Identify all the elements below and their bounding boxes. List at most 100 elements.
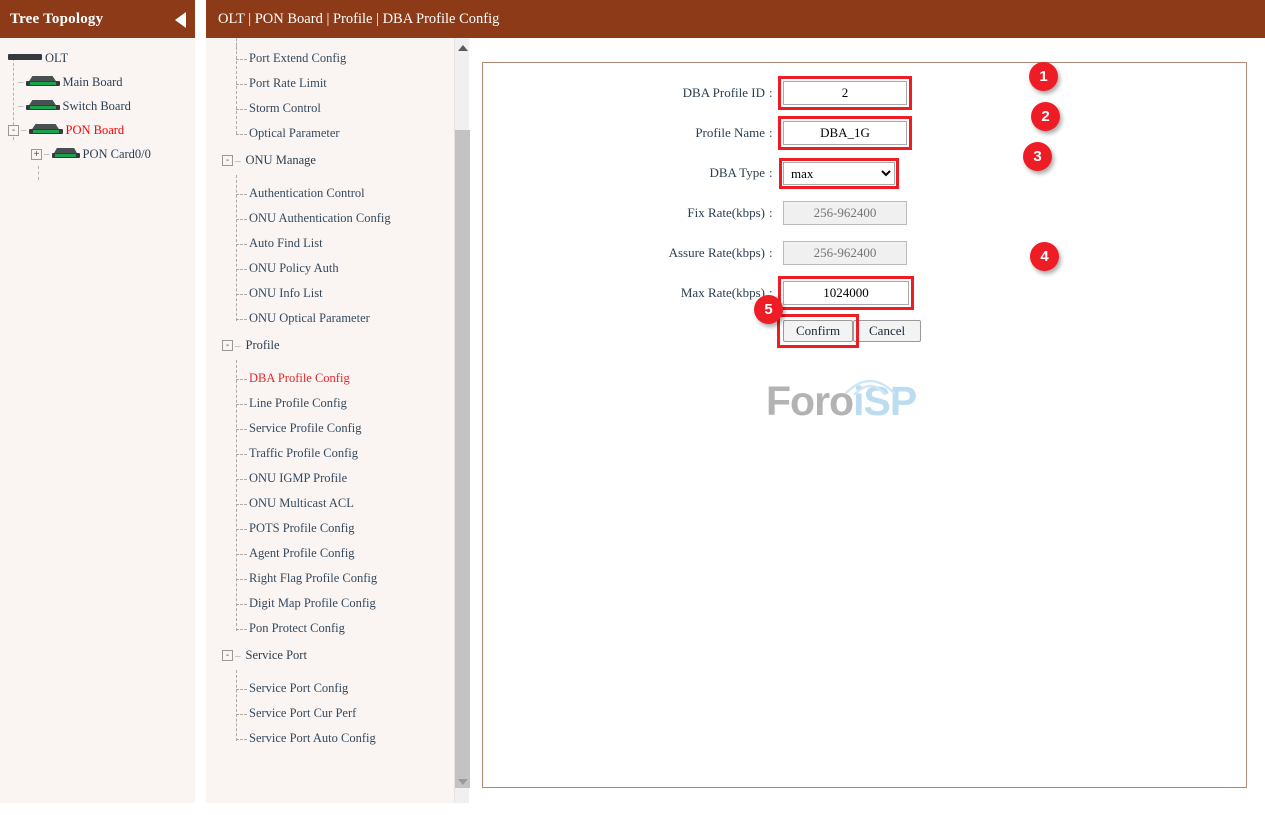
- confirm-button-wrap: Confirm 5: [754, 295, 860, 348]
- nav-item-label: Right Flag Profile Config: [249, 571, 378, 585]
- nav-item-onu-optical-parameter[interactable]: ONU Optical Parameter: [218, 306, 468, 331]
- nav-item-optical-parameter[interactable]: Optical Parameter: [218, 121, 468, 146]
- label-fix-rate: Fix Rate(kbps): [687, 205, 765, 220]
- tree-node-pon-card[interactable]: + – PON Card0/0: [0, 142, 195, 166]
- label-colon: :: [769, 125, 773, 140]
- device-icon: [25, 100, 60, 112]
- field-row-dba-profile-id: DBA Profile ID : 1: [483, 62, 1248, 113]
- control-dba-type: max: [779, 157, 899, 189]
- fix-rate-input: [783, 201, 907, 225]
- dba-type-select[interactable]: max: [783, 161, 895, 185]
- nav-item-service-port-cur-perf[interactable]: Service Port Cur Perf: [218, 701, 468, 726]
- nav-branch-dash: –: [235, 649, 241, 662]
- control-max-rate: [778, 276, 914, 310]
- collapse-expander-icon[interactable]: -: [222, 340, 233, 351]
- nav-item-pon-protect-config[interactable]: Pon Protect Config: [218, 616, 468, 641]
- nav-item-onu-igmp-profile[interactable]: ONU IGMP Profile: [218, 466, 468, 491]
- caret-up-icon[interactable]: [455, 40, 470, 55]
- collapse-expander-icon[interactable]: -: [222, 650, 233, 661]
- collapse-expander-icon[interactable]: -: [8, 124, 19, 136]
- nav-item-dba-profile-config[interactable]: DBA Profile Config: [218, 366, 468, 391]
- label-colon: :: [769, 165, 773, 180]
- foroisp-watermark: ForoiSP: [766, 376, 917, 426]
- nav-item-label: Pon Protect Config: [249, 621, 345, 635]
- nav-group-2-items: DBA Profile Config Line Profile Config S…: [218, 360, 468, 641]
- control-fix-rate: [783, 201, 907, 225]
- max-rate-input[interactable]: [783, 281, 909, 305]
- nav-item-right-flag-profile-config[interactable]: Right Flag Profile Config: [218, 566, 468, 591]
- label-colon: :: [769, 205, 773, 220]
- nav-item-agent-profile-config[interactable]: Agent Profile Config: [218, 541, 468, 566]
- dba-profile-id-input[interactable]: [783, 81, 907, 105]
- tree-branch-dash: –: [21, 124, 27, 136]
- nav-item-service-profile-config[interactable]: Service Profile Config: [218, 416, 468, 441]
- collapse-expander-icon[interactable]: -: [222, 155, 233, 166]
- label-assure-rate: Assure Rate(kbps): [668, 245, 765, 260]
- field-row-profile-name: Profile Name : 2: [483, 102, 1248, 153]
- nav-tick: [236, 503, 247, 505]
- scrollbar-thumb[interactable]: [455, 130, 470, 788]
- nav-tick: [236, 603, 247, 605]
- tree-node-label: Main Board: [62, 74, 123, 89]
- caret-down-icon[interactable]: [455, 774, 470, 789]
- nav-tick: [236, 243, 247, 245]
- nav-item-label: Service Profile Config: [249, 421, 362, 435]
- nav-item-label: ONU Multicast ACL: [249, 496, 354, 510]
- nav-item-onu-policy-auth[interactable]: ONU Policy Auth: [218, 256, 468, 281]
- nav-group-profile[interactable]: - – Profile: [218, 331, 468, 360]
- annotation-badge-3: 3: [1023, 142, 1052, 171]
- caret-left-icon[interactable]: [175, 12, 186, 28]
- nav-tick: [236, 108, 247, 110]
- expand-expander-icon[interactable]: +: [31, 148, 42, 160]
- label-colon: :: [769, 245, 773, 260]
- nav-item-traffic-profile-config[interactable]: Traffic Profile Config: [218, 441, 468, 466]
- nav-item-port-rate-limit[interactable]: Port Rate Limit: [218, 71, 468, 96]
- tree-node-switch-board[interactable]: – Switch Board: [0, 94, 195, 118]
- tree-node-olt[interactable]: OLT: [0, 46, 195, 70]
- cancel-button[interactable]: Cancel: [853, 320, 922, 342]
- nav-group-label: Profile: [245, 338, 280, 352]
- annotation-badge-5: 5: [754, 295, 783, 324]
- tree-topology-title: Tree Topology: [10, 10, 104, 27]
- nav-item-onu-authentication-config[interactable]: ONU Authentication Config: [218, 206, 468, 231]
- tree-node-pon-board[interactable]: - – PON Board: [0, 118, 195, 142]
- nav-item-service-port-config[interactable]: Service Port Config: [218, 676, 468, 701]
- nav-item-onu-info-list[interactable]: ONU Info List: [218, 281, 468, 306]
- profile-name-input[interactable]: [783, 121, 907, 145]
- nav-item-label: Service Port Cur Perf: [249, 706, 357, 720]
- tree-node-label: Switch Board: [62, 98, 131, 113]
- nav-item-label: Port Rate Limit: [249, 76, 327, 90]
- nav-tick: [236, 528, 247, 530]
- nav-group-onu-manage[interactable]: - – ONU Manage: [218, 146, 468, 175]
- content-panel: ForoiSP DBA Profile ID : 1 Profile Name: [482, 62, 1247, 788]
- device-icon: [28, 124, 63, 136]
- field-row-fix-rate: Fix Rate(kbps) :: [483, 193, 1248, 233]
- nav-item-label: DBA Profile Config: [249, 371, 350, 385]
- nav-tick: [236, 453, 247, 455]
- tree-connector: [38, 166, 39, 180]
- nav-item-service-port-auto-config[interactable]: Service Port Auto Config: [218, 726, 468, 751]
- device-icon: [25, 76, 60, 88]
- nav-item-pots-profile-config[interactable]: POTS Profile Config: [218, 516, 468, 541]
- nav-item-label: POTS Profile Config: [249, 521, 355, 535]
- nav-item-storm-control[interactable]: Storm Control: [218, 96, 468, 121]
- nav-item-port-extend-config[interactable]: Port Extend Config: [218, 46, 468, 71]
- nav-item-authentication-control[interactable]: Authentication Control: [218, 181, 468, 206]
- nav-tick: [236, 318, 247, 320]
- confirm-button[interactable]: Confirm: [783, 320, 854, 342]
- nav-item-label: Service Port Auto Config: [249, 731, 376, 745]
- app-root: Tree Topology OLT – Main Board – Switch …: [0, 0, 1265, 815]
- tree-node-main-board[interactable]: – Main Board: [0, 70, 195, 94]
- device-icon: [8, 52, 42, 64]
- nav-tick: [236, 193, 247, 195]
- nav-group-0: Port Extend Config Port Rate Limit Storm…: [218, 46, 468, 146]
- nav-item-auto-find-list[interactable]: Auto Find List: [218, 231, 468, 256]
- nav-item-line-profile-config[interactable]: Line Profile Config: [218, 391, 468, 416]
- nav-scrollbar[interactable]: [454, 38, 470, 803]
- nav-item-onu-multicast-acl[interactable]: ONU Multicast ACL: [218, 491, 468, 516]
- nav-group-service-port[interactable]: - – Service Port: [218, 641, 468, 670]
- nav-tick: [236, 218, 247, 220]
- control-assure-rate: [783, 241, 907, 265]
- nav-item-digit-map-profile-config[interactable]: Digit Map Profile Config: [218, 591, 468, 616]
- nav-tick: [236, 378, 247, 380]
